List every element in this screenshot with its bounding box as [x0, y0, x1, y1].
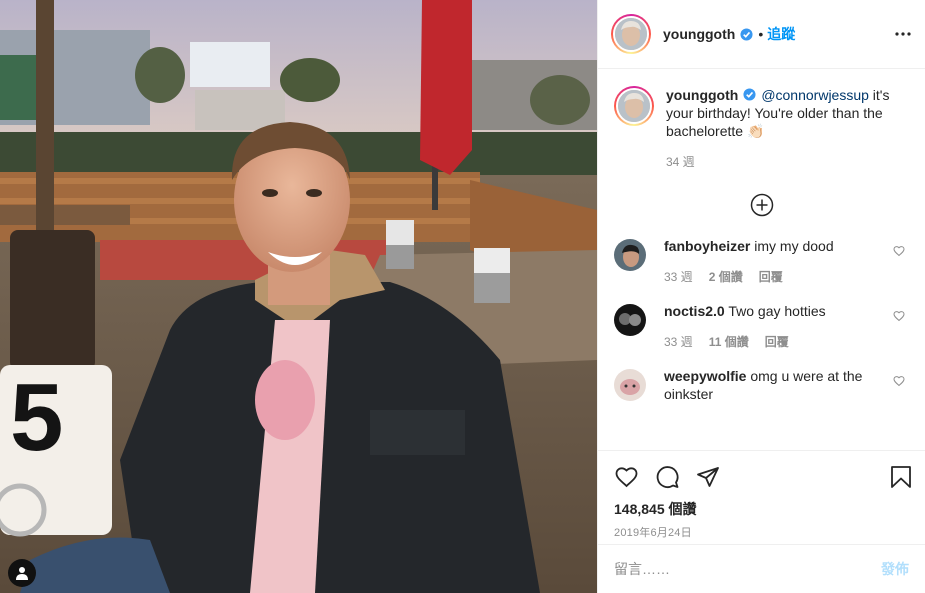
share-icon: [697, 467, 719, 487]
more-options-icon: [895, 32, 911, 36]
comment-text: Two gay hotties: [728, 303, 826, 319]
comment-likes[interactable]: 11 個讚: [709, 333, 749, 351]
caption-text-block: younggoth @connorwjessup it's your birthd…: [666, 86, 909, 140]
likes-count[interactable]: 148,845 個讚: [614, 499, 909, 519]
like-button[interactable]: [614, 465, 639, 489]
comment-item: fanboyheizer imy my dood 33 週 2 個讚 回覆: [614, 237, 909, 286]
post-caption: younggoth @connorwjessup it's your birthd…: [614, 86, 909, 171]
heart-icon[interactable]: [893, 375, 905, 387]
verified-badge-icon: [740, 27, 753, 41]
commenter-username[interactable]: fanboyheizer: [664, 238, 750, 254]
caption-age[interactable]: 34 週: [666, 153, 695, 171]
commenter-avatar[interactable]: [614, 369, 646, 401]
post-actions: 148,845 個讚 2019年6月24日: [598, 450, 925, 540]
user-tag-icon: [16, 567, 28, 580]
share-button[interactable]: [696, 465, 720, 489]
add-comment-bar: 留言…… 發佈: [598, 544, 925, 593]
comment-text: imy my dood: [754, 238, 834, 254]
author-username[interactable]: younggoth: [663, 26, 735, 42]
comment-item: weepywolfie omg u were at the oinkster: [614, 367, 909, 403]
caption-username[interactable]: younggoth: [666, 87, 738, 103]
post-side-panel: younggoth • 追蹤 younggoth @connorwjessup …: [597, 0, 925, 593]
load-more-comments-button[interactable]: [614, 193, 909, 217]
author-avatar[interactable]: [611, 14, 651, 54]
heart-icon: [615, 467, 638, 488]
commenter-username[interactable]: weepywolfie: [664, 368, 746, 384]
commenter-username[interactable]: noctis2.0: [664, 303, 725, 319]
commenter-avatar[interactable]: [614, 239, 646, 271]
tag-people-button[interactable]: [8, 559, 36, 587]
post-date[interactable]: 2019年6月24日: [614, 524, 909, 540]
post-comment-button[interactable]: 發佈: [881, 559, 909, 579]
reply-button[interactable]: 回覆: [759, 268, 783, 286]
plus-circle-icon: [750, 193, 773, 217]
comment-button[interactable]: [655, 465, 680, 489]
comment-input[interactable]: 留言……: [614, 559, 881, 579]
photo-scene: [0, 0, 597, 593]
heart-icon[interactable]: [893, 310, 905, 322]
comment-age[interactable]: 33 週: [664, 333, 693, 351]
comment-item: noctis2.0 Two gay hotties 33 週 11 個讚 回覆: [614, 302, 909, 351]
reply-button[interactable]: 回覆: [765, 333, 789, 351]
post-photo[interactable]: 5: [0, 0, 597, 593]
commenter-avatar[interactable]: [614, 304, 646, 336]
heart-icon[interactable]: [893, 245, 905, 257]
more-options-button[interactable]: [893, 24, 913, 44]
comment-age[interactable]: 33 週: [664, 268, 693, 286]
comment-likes[interactable]: 2 個讚: [709, 268, 743, 286]
follow-button[interactable]: 追蹤: [767, 24, 795, 44]
save-button[interactable]: [889, 465, 913, 489]
caption-meta: 34 週: [666, 153, 909, 171]
caption-avatar[interactable]: [614, 86, 654, 126]
comment-icon: [656, 466, 679, 488]
bookmark-icon: [891, 466, 911, 488]
comments-list[interactable]: younggoth @connorwjessup it's your birthd…: [598, 70, 925, 450]
separator-dot: •: [758, 26, 764, 42]
table-number-label: 5: [10, 364, 64, 471]
caption-mention-link[interactable]: @connorwjessup: [761, 87, 869, 103]
verified-badge-icon: [743, 88, 756, 101]
post-header: younggoth • 追蹤: [598, 0, 925, 69]
